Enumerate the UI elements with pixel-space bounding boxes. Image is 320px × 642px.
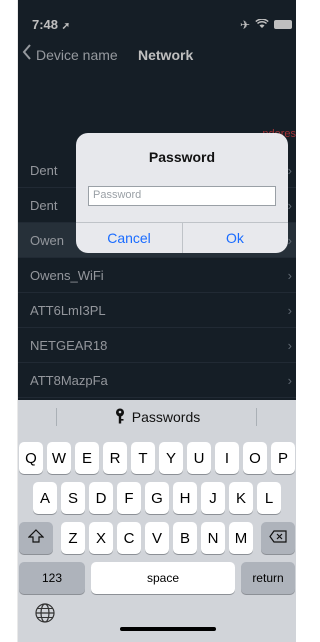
key-d[interactable]: D: [89, 482, 113, 514]
globe-key[interactable]: [34, 602, 58, 626]
key-k[interactable]: K: [229, 482, 253, 514]
key-j[interactable]: J: [201, 482, 225, 514]
password-input[interactable]: Password: [88, 186, 276, 206]
key-m[interactable]: M: [229, 522, 253, 554]
key-row-2: A S D F G H J K L: [18, 482, 296, 516]
dialog-title: Password: [148, 149, 216, 165]
delete-icon: [269, 529, 287, 547]
shift-key[interactable]: [19, 522, 53, 554]
key-i[interactable]: I: [215, 442, 239, 474]
home-indicator: [120, 627, 216, 631]
key-l[interactable]: L: [257, 482, 281, 514]
key-s[interactable]: S: [61, 482, 85, 514]
key-q[interactable]: Q: [19, 442, 43, 474]
key-v[interactable]: V: [145, 522, 169, 554]
key-b[interactable]: B: [173, 522, 197, 554]
phone-screen: 7:48 ➚ ✈ Device name Network nderes Dent…: [18, 0, 296, 642]
key-f[interactable]: F: [117, 482, 141, 514]
numbers-key[interactable]: 123: [19, 562, 85, 594]
key-u[interactable]: U: [187, 442, 211, 474]
suggestion-label: Passwords: [131, 409, 201, 425]
keyboard: Passwords Q W E R T Y U I O P A S D F G …: [18, 400, 296, 642]
key-x[interactable]: X: [89, 522, 113, 554]
key-g[interactable]: G: [145, 482, 169, 514]
key-r[interactable]: R: [103, 442, 127, 474]
cancel-button[interactable]: Cancel: [76, 222, 182, 253]
key-y[interactable]: Y: [159, 442, 183, 474]
return-key[interactable]: return: [241, 562, 295, 594]
key-e[interactable]: E: [75, 442, 99, 474]
key-z[interactable]: Z: [61, 522, 85, 554]
key-n[interactable]: N: [201, 522, 225, 554]
key-row-3: Z X C V B N M: [18, 522, 296, 556]
key-c[interactable]: C: [117, 522, 141, 554]
key-o[interactable]: O: [243, 442, 267, 474]
key-icon: [114, 408, 126, 427]
key-t[interactable]: T: [131, 442, 155, 474]
key-p[interactable]: P: [271, 442, 295, 474]
passwords-suggestion[interactable]: Passwords: [18, 400, 296, 434]
delete-key[interactable]: [261, 522, 295, 554]
globe-icon: [34, 603, 56, 628]
key-row-4: 123 space return: [18, 562, 296, 596]
space-key[interactable]: space: [91, 562, 235, 594]
key-row-1: Q W E R T Y U I O P: [18, 442, 296, 476]
ok-button[interactable]: Ok: [182, 222, 288, 253]
password-dialog: Password Password Cancel Ok: [76, 133, 288, 253]
key-w[interactable]: W: [47, 442, 71, 474]
shift-icon: [27, 529, 45, 547]
key-h[interactable]: H: [173, 482, 197, 514]
key-a[interactable]: A: [33, 482, 57, 514]
